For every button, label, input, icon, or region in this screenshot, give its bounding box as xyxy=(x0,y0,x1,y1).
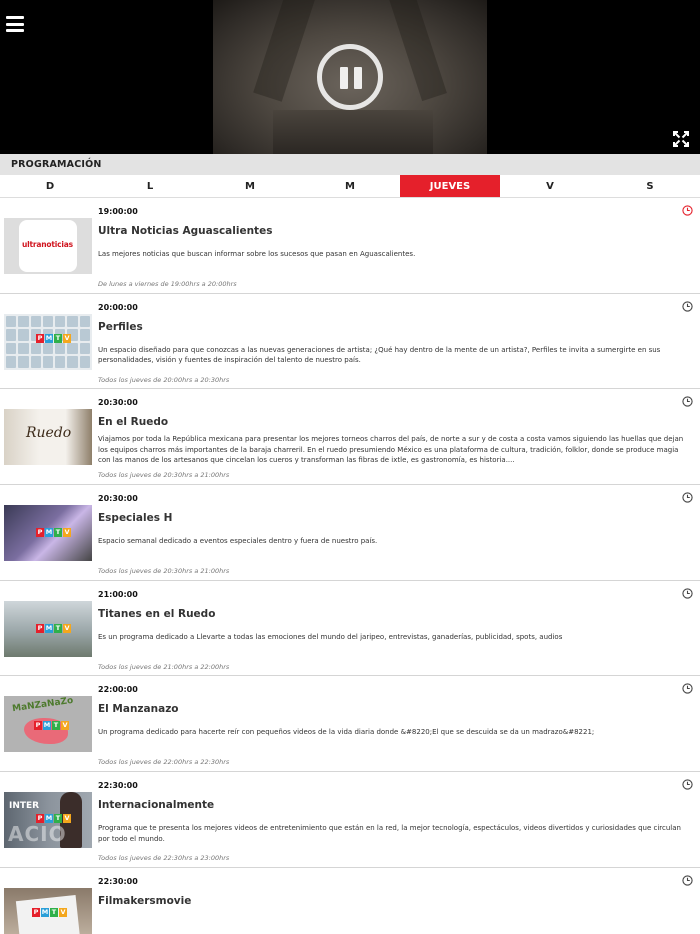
pmtv-logo: PMTV xyxy=(36,333,71,343)
section-bar: PROGRAMACIÓN xyxy=(0,154,700,175)
program-time: 22:30:00 xyxy=(98,876,138,886)
program-item[interactable]: INTER ACIO PMTV 22:30:00 Internacionalme… xyxy=(0,772,700,868)
program-schedule: Todos los jueves de 22:00hrs a 22:30hrs xyxy=(98,758,230,767)
tab-day-6[interactable]: S xyxy=(600,175,700,197)
program-time: 21:00:00 xyxy=(98,589,138,599)
pmtv-logo: PMTV xyxy=(32,907,67,917)
ruedo-logo: Ruedo xyxy=(26,425,72,442)
inter-logo-bottom: ACIO xyxy=(8,822,67,847)
program-title: Perfiles xyxy=(98,320,143,333)
manzanazo-logo: MaNZaNaZo xyxy=(11,696,74,715)
program-description: Programa que te presenta los mejores vid… xyxy=(98,824,681,843)
tab-day-5[interactable]: V xyxy=(500,175,600,197)
program-item[interactable]: PMTV 21:00:00 Titanes en el Ruedo Es un … xyxy=(0,581,700,677)
program-schedule: Todos los jueves de 21:00hrs a 22:00hrs xyxy=(98,662,230,671)
program-time: 22:30:00 xyxy=(98,781,138,791)
ultranoticias-logo: ultranoticias xyxy=(22,240,73,249)
program-title: Internacionalmente xyxy=(98,799,215,812)
program-item[interactable]: PMTV 20:00:00 Perfiles Un espacio diseña… xyxy=(0,294,700,390)
program-time: 20:00:00 xyxy=(98,302,138,312)
program-title: Especiales H xyxy=(98,512,173,525)
hamburger-icon[interactable] xyxy=(6,16,24,32)
program-time: 20:30:00 xyxy=(98,494,138,504)
pmtv-logo: PMTV xyxy=(36,528,71,538)
program-schedule: Todos los jueves de 20:30hrs a 21:00hrs xyxy=(98,471,230,480)
program-thumbnail: INTER ACIO PMTV xyxy=(4,792,92,849)
program-schedule: Todos los jueves de 20:00hrs a 20:30hrs xyxy=(98,375,230,384)
program-item[interactable]: PMTV 22:30:00 Filmakersmovie xyxy=(0,868,700,934)
pmtv-logo: PMTV xyxy=(34,721,69,731)
program-thumbnail: MaNZaNaZo PMTV xyxy=(4,696,92,753)
program-thumbnail: PMTV xyxy=(4,600,92,657)
program-time: 20:30:00 xyxy=(98,398,138,408)
video-player[interactable] xyxy=(0,0,700,154)
tab-day-4[interactable]: JUEVES xyxy=(400,175,500,197)
program-time: 22:00:00 xyxy=(98,685,138,695)
tab-day-0[interactable]: D xyxy=(0,175,100,197)
program-description: Espacio semanal dedicado a eventos espec… xyxy=(98,537,378,546)
pause-icon[interactable] xyxy=(317,44,383,110)
program-item[interactable]: MaNZaNaZo PMTV 22:00:00 El Manzanazo Un … xyxy=(0,676,700,773)
program-description: Un programa dedicado para hacerte reír c… xyxy=(98,728,595,737)
day-tabs: D L M M JUEVES V S xyxy=(0,175,700,198)
program-title: Titanes en el Ruedo xyxy=(98,607,216,620)
program-thumbnail: ultranoticias xyxy=(4,218,92,274)
section-title: PROGRAMACIÓN xyxy=(11,159,102,170)
pmtv-logo: PMTV xyxy=(36,814,71,824)
clock-icon[interactable] xyxy=(682,683,693,695)
fullscreen-icon[interactable] xyxy=(673,131,689,147)
program-schedule: Todos los jueves de 20:30hrs a 21:00hrs xyxy=(98,567,230,576)
clock-icon[interactable] xyxy=(682,396,693,408)
program-schedule: Todos los jueves de 22:30hrs a 23:00hrs xyxy=(98,854,230,863)
inter-logo-top: INTER xyxy=(9,801,40,812)
program-item[interactable]: Ruedo 20:30:00 En el Ruedo Viajamos por … xyxy=(0,389,700,486)
program-item[interactable]: ultranoticias 19:00:00 Ultra Noticias Ag… xyxy=(0,198,700,294)
program-title: Filmakersmovie xyxy=(98,894,192,907)
program-description: Viajamos por toda la República mexicana … xyxy=(98,435,684,465)
program-thumbnail: PMTV xyxy=(4,887,92,934)
program-description: Un espacio diseñado para que conozcas a … xyxy=(98,345,661,365)
program-title: Ultra Noticias Aguascalientes xyxy=(98,225,273,237)
program-thumbnail: PMTV xyxy=(4,505,92,562)
program-description: Las mejores noticias que buscan informar… xyxy=(98,250,416,258)
program-title: En el Ruedo xyxy=(98,416,169,429)
clock-icon[interactable] xyxy=(682,875,693,886)
clock-icon[interactable] xyxy=(682,588,693,599)
program-schedule: De lunes a viernes de 19:00hrs a 20:00hr… xyxy=(98,280,237,288)
program-item[interactable]: PMTV 20:30:00 Especiales H Espacio seman… xyxy=(0,485,700,581)
pmtv-logo: PMTV xyxy=(36,623,71,633)
program-list: ultranoticias 19:00:00 Ultra Noticias Ag… xyxy=(0,198,700,934)
program-title: El Manzanazo xyxy=(98,703,179,716)
clock-icon[interactable] xyxy=(682,205,693,216)
clock-icon[interactable] xyxy=(682,301,693,312)
program-thumbnail: PMTV xyxy=(4,313,92,370)
clock-icon[interactable] xyxy=(682,779,693,790)
program-time: 19:00:00 xyxy=(98,207,138,216)
tab-day-3[interactable]: M xyxy=(300,175,400,197)
tab-day-1[interactable]: L xyxy=(100,175,200,197)
program-thumbnail: Ruedo xyxy=(4,409,92,466)
tab-day-2[interactable]: M xyxy=(200,175,300,197)
clock-icon[interactable] xyxy=(682,492,693,503)
program-description: Es un programa dedicado a Llevarte a tod… xyxy=(98,632,563,641)
